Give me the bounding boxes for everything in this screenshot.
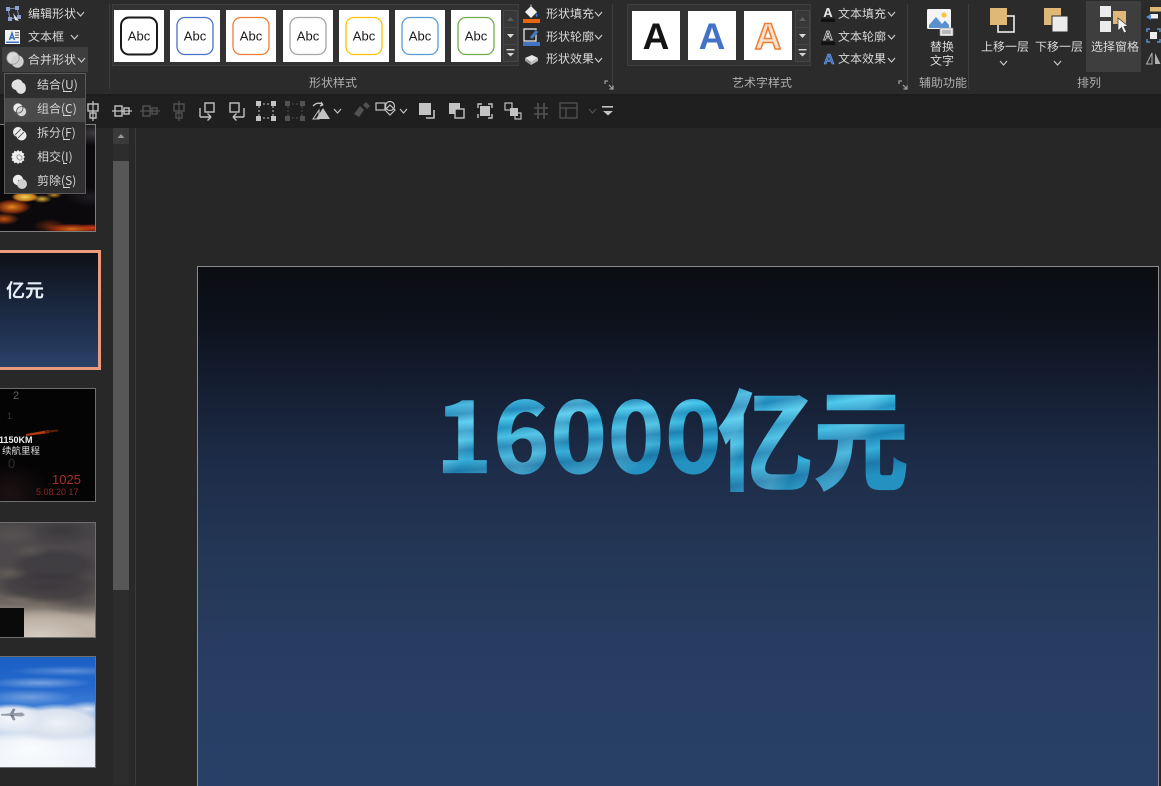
svg-text:A: A [643,16,670,57]
svg-text:1: 1 [7,411,12,421]
svg-text:Abc: Abc [128,29,151,44]
svg-text:A: A [823,28,833,43]
svg-text:A: A [824,51,835,68]
svg-text:A: A [823,5,833,20]
svg-text:Abc: Abc [296,29,319,44]
svg-text:Abc: Abc [409,29,432,44]
svg-text:Abc: Abc [465,29,488,44]
svg-text:Abc: Abc [184,29,207,44]
svg-text:5.08.20 17: 5.08.20 17 [36,487,79,497]
svg-text:Abc: Abc [240,29,263,44]
svg-text:1025: 1025 [52,472,81,487]
svg-text:2: 2 [13,390,19,402]
svg-text:A: A [699,16,726,57]
svg-text:Abc: Abc [353,29,376,44]
svg-text:A: A [755,16,782,57]
